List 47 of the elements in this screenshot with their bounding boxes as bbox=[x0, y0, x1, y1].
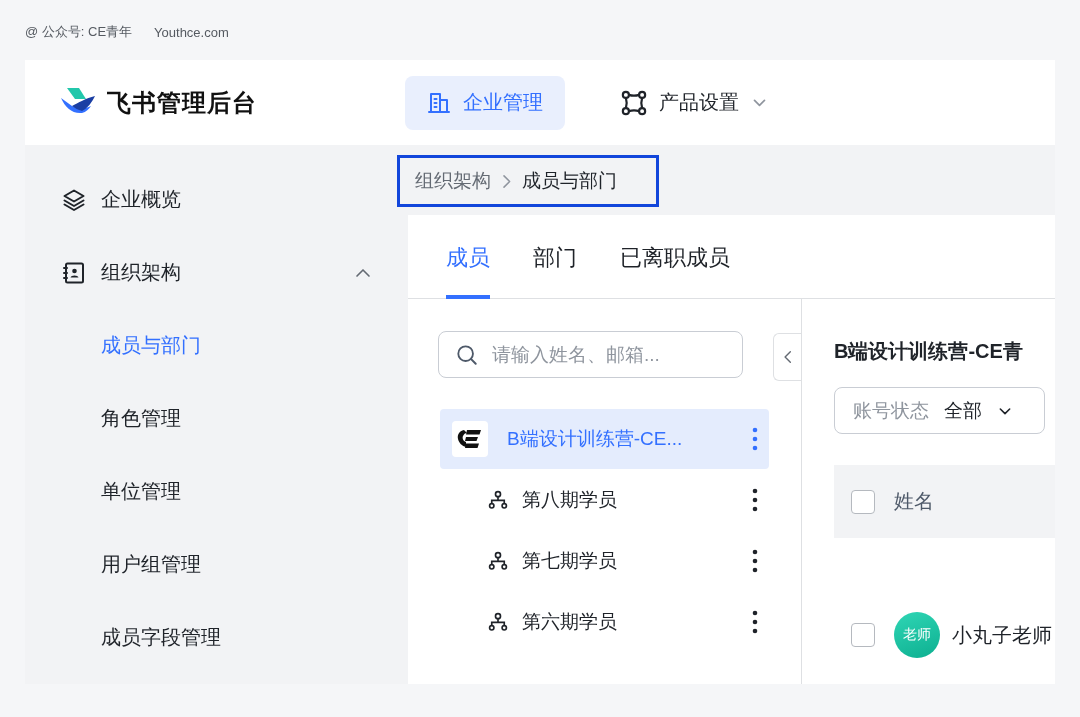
nodes-icon bbox=[621, 89, 647, 116]
org-logo-icon bbox=[452, 421, 488, 457]
sidebar-subitem[interactable]: 单位管理 bbox=[25, 455, 408, 528]
department-title: B端设计训练营-CE青 bbox=[834, 339, 1024, 364]
tab[interactable]: 成员 bbox=[446, 215, 490, 299]
tree-label: 第八期学员 bbox=[522, 487, 617, 512]
filter-label: 账号状态 bbox=[853, 398, 929, 423]
sidebar-subitem[interactable]: 用户组管理 bbox=[25, 528, 408, 601]
filter-value: 全部 bbox=[944, 398, 982, 423]
building-icon bbox=[427, 90, 451, 115]
nav-tab[interactable]: 产品设置 bbox=[599, 75, 790, 130]
tab[interactable]: 已离职成员 bbox=[620, 215, 730, 299]
nav-tab[interactable]: 企业管理 bbox=[405, 75, 565, 130]
breadcrumb-link[interactable]: 成员与部门 bbox=[522, 168, 617, 194]
org-chart-icon bbox=[488, 489, 508, 510]
org-chart-icon bbox=[488, 550, 508, 571]
app-title: 飞书管理后台 bbox=[107, 87, 257, 118]
search-icon bbox=[456, 343, 478, 366]
org-chart-icon bbox=[488, 611, 508, 632]
tree-row[interactable]: 第七期学员 bbox=[440, 530, 769, 591]
sidebar-subitem[interactable]: 成员与部门 bbox=[25, 309, 408, 382]
contact-book-icon bbox=[62, 260, 86, 285]
sidebar-item[interactable]: 企业概览 bbox=[25, 163, 408, 236]
more-icon[interactable] bbox=[752, 609, 758, 634]
tree-row[interactable]: 第八期学员 bbox=[440, 469, 769, 530]
sidebar-item[interactable]: 组织架构 bbox=[25, 236, 408, 309]
search-field[interactable]: 请输入姓名、邮箱... bbox=[438, 331, 743, 378]
avatar: 老师 bbox=[894, 612, 940, 658]
tab[interactable]: 部门 bbox=[533, 215, 577, 299]
tree-root-row[interactable]: B端设计训练营-CE... bbox=[440, 409, 769, 469]
tree-label: 第七期学员 bbox=[522, 548, 617, 573]
tree-row[interactable]: 第六期学员 bbox=[440, 591, 769, 652]
column-header: 姓名 bbox=[894, 489, 934, 514]
tree-label: 第六期学员 bbox=[522, 609, 617, 634]
more-icon[interactable] bbox=[752, 487, 758, 512]
more-icon[interactable] bbox=[752, 548, 758, 573]
breadcrumb-link[interactable]: 组织架构 bbox=[415, 168, 491, 194]
layers-icon bbox=[62, 187, 86, 212]
checkbox[interactable] bbox=[851, 623, 875, 647]
caption-handle: @ 公众号: CE青年 bbox=[25, 23, 133, 41]
checkbox[interactable] bbox=[851, 489, 875, 514]
caption-site: Youthce.com bbox=[154, 24, 229, 40]
status-filter-dropdown[interactable]: 账号状态 全部 bbox=[834, 387, 1045, 434]
sidebar-subitem[interactable]: 角色管理 bbox=[25, 382, 408, 455]
tree-root-label: B端设计训练营-CE... bbox=[507, 427, 683, 451]
member-name: 小丸子老师 bbox=[952, 622, 1052, 648]
sidebar-subitem[interactable]: 成员字段管理 bbox=[25, 601, 408, 674]
